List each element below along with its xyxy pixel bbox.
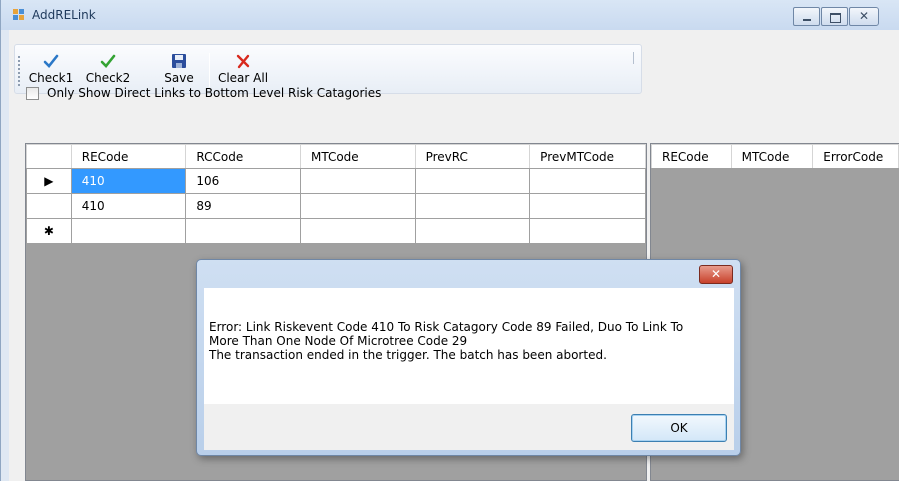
table-cell[interactable] bbox=[414, 218, 531, 244]
window-controls bbox=[793, 7, 880, 26]
toolbar-grip[interactable] bbox=[18, 56, 20, 86]
error-message-line: Error: Link Riskevent Code 410 To Risk C… bbox=[209, 320, 684, 334]
check1-button[interactable]: Check1 bbox=[25, 47, 77, 91]
table-cell[interactable]: 89 bbox=[185, 193, 301, 219]
checkbox-label: Only Show Direct Links to Bottom Level R… bbox=[47, 86, 382, 100]
check-icon bbox=[100, 54, 116, 68]
table-row[interactable]: ▶ 410 106 bbox=[26, 168, 646, 194]
column-header-prevmtcode[interactable]: PrevMTCode bbox=[529, 144, 646, 169]
column-header-rccode[interactable]: RCCode bbox=[185, 144, 301, 169]
title-bar[interactable]: AddRELink bbox=[1, 0, 899, 30]
new-row[interactable]: ✱ bbox=[26, 218, 646, 244]
table-cell[interactable]: 410 bbox=[70, 168, 187, 194]
table-cell[interactable] bbox=[299, 218, 416, 244]
error-message-line: The transaction ended in the trigger. Th… bbox=[209, 348, 607, 362]
save-button[interactable]: Save bbox=[163, 47, 195, 91]
column-header-recode[interactable]: RECode bbox=[70, 144, 187, 169]
error-dialog: ✕ Error: Link Riskevent Code 410 To Risk… bbox=[196, 259, 741, 456]
dialog-footer: OK bbox=[204, 404, 734, 450]
save-icon bbox=[172, 54, 186, 68]
table-cell[interactable] bbox=[529, 218, 646, 244]
table-row[interactable]: 410 89 bbox=[26, 193, 646, 219]
dialog-close-button[interactable]: ✕ bbox=[699, 265, 733, 284]
column-header-recode[interactable]: RECode bbox=[651, 144, 732, 169]
close-window-button[interactable] bbox=[849, 7, 879, 26]
app-window: AddRELink Check1 bbox=[0, 0, 899, 481]
column-header-mtcode[interactable]: MTCode bbox=[730, 144, 814, 169]
row-header-corner bbox=[26, 144, 72, 169]
checkbox-box[interactable] bbox=[26, 86, 39, 100]
column-header-errorcode[interactable]: ErrorCode bbox=[812, 144, 899, 169]
row-header[interactable] bbox=[26, 193, 72, 219]
table-cell[interactable] bbox=[529, 193, 646, 219]
errors-table: RECode MTCode ErrorCode bbox=[651, 144, 899, 169]
ok-button[interactable]: OK bbox=[631, 414, 727, 442]
error-message: Error: Link Riskevent Code 410 To Risk C… bbox=[209, 320, 729, 362]
grid-header-row: RECode MTCode ErrorCode bbox=[651, 144, 899, 169]
clear-icon bbox=[236, 54, 250, 69]
table-cell[interactable] bbox=[299, 193, 416, 219]
maximize-button[interactable] bbox=[821, 7, 848, 26]
app-window-icon bbox=[13, 9, 26, 21]
check2-button[interactable]: Check2 bbox=[81, 47, 135, 91]
current-row-indicator[interactable]: ▶ bbox=[26, 168, 72, 194]
table-cell[interactable] bbox=[185, 218, 301, 244]
table-cell[interactable] bbox=[414, 193, 531, 219]
dialog-body: Error: Link Riskevent Code 410 To Risk C… bbox=[204, 288, 734, 404]
table-cell[interactable] bbox=[299, 168, 416, 194]
check-icon bbox=[43, 54, 59, 68]
column-header-prevrc[interactable]: PrevRC bbox=[414, 144, 531, 169]
toolbar-separator bbox=[209, 53, 210, 87]
links-table: RECode RCCode MTCode PrevRC PrevMTCode ▶… bbox=[26, 144, 646, 244]
new-row-indicator[interactable]: ✱ bbox=[26, 218, 72, 244]
window-title: AddRELink bbox=[32, 8, 96, 22]
check1-label: Check1 bbox=[28, 71, 74, 85]
grid-header-row: RECode RCCode MTCode PrevRC PrevMTCode bbox=[26, 144, 646, 169]
clear-all-button[interactable]: Clear All bbox=[215, 47, 271, 91]
error-message-line: More Than One Node Of Microtree Code 29 bbox=[209, 334, 468, 348]
toolbar-end-divider bbox=[633, 52, 634, 64]
table-cell[interactable] bbox=[529, 168, 646, 194]
table-cell[interactable] bbox=[414, 168, 531, 194]
table-cell[interactable]: 410 bbox=[70, 193, 187, 219]
minimize-button[interactable] bbox=[793, 7, 820, 26]
column-header-mtcode[interactable]: MTCode bbox=[299, 144, 416, 169]
clear-all-label: Clear All bbox=[217, 71, 269, 85]
table-cell[interactable]: 106 bbox=[185, 168, 301, 194]
save-label: Save bbox=[164, 71, 194, 85]
table-cell[interactable] bbox=[70, 218, 187, 244]
check2-label: Check2 bbox=[85, 71, 131, 85]
bottom-level-filter-checkbox[interactable]: Only Show Direct Links to Bottom Level R… bbox=[26, 86, 381, 100]
